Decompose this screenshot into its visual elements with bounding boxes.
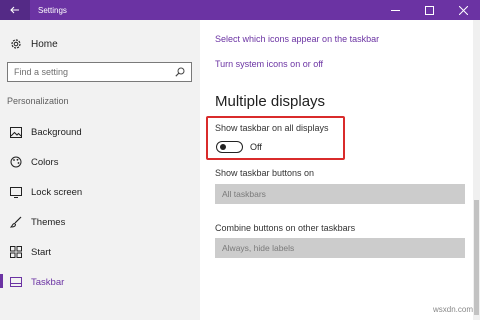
toggle-knob bbox=[220, 143, 226, 150]
sidebar-item-taskbar[interactable]: Taskbar bbox=[0, 270, 200, 294]
sidebar-item-background[interactable]: Background bbox=[0, 120, 200, 144]
show-taskbar-label: Show taskbar on all displays bbox=[215, 123, 329, 133]
title-bar: Settings bbox=[0, 0, 480, 20]
close-button[interactable] bbox=[446, 0, 480, 20]
search-placeholder: Find a setting bbox=[14, 67, 69, 77]
brush-icon bbox=[10, 216, 22, 228]
select-icons-link[interactable]: Select which icons appear on the taskbar bbox=[215, 34, 379, 44]
sidebar-item-colors[interactable]: Colors bbox=[0, 150, 200, 174]
back-button[interactable] bbox=[0, 0, 30, 20]
scrollbar-thumb[interactable] bbox=[474, 200, 479, 315]
gear-icon bbox=[11, 39, 21, 49]
monitor-icon bbox=[10, 186, 22, 198]
sidebar-item-lock-screen[interactable]: Lock screen bbox=[0, 180, 200, 204]
show-taskbar-toggle[interactable] bbox=[216, 141, 243, 153]
minimize-icon bbox=[390, 9, 400, 11]
search-input[interactable]: Find a setting bbox=[7, 62, 192, 82]
sidebar-item-label: Lock screen bbox=[31, 186, 83, 198]
section-heading: Multiple displays bbox=[215, 93, 326, 110]
start-icon bbox=[10, 246, 22, 258]
search-icon[interactable] bbox=[175, 67, 185, 77]
taskbar-buttons-dropdown[interactable]: All taskbars bbox=[215, 184, 465, 204]
sidebar-item-label: Background bbox=[31, 126, 82, 138]
sidebar-item-label: Colors bbox=[31, 156, 59, 168]
sidebar-item-themes[interactable]: Themes bbox=[0, 210, 200, 234]
sidebar: Home Find a setting Personalization Back… bbox=[0, 20, 200, 320]
sidebar-item-start[interactable]: Start bbox=[0, 240, 200, 264]
maximize-icon bbox=[424, 5, 434, 15]
window-title: Settings bbox=[38, 5, 67, 15]
combine-buttons-label: Combine buttons on other taskbars bbox=[215, 223, 356, 233]
home-label: Home bbox=[31, 38, 58, 50]
watermark: wsxdn.com bbox=[433, 305, 474, 314]
picture-icon bbox=[10, 126, 22, 138]
palette-icon bbox=[10, 156, 22, 168]
section-label-personalization: Personalization bbox=[7, 96, 69, 106]
taskbar-icon bbox=[10, 276, 22, 288]
taskbar-buttons-label: Show taskbar buttons on bbox=[215, 168, 315, 178]
close-icon bbox=[458, 5, 468, 15]
maximize-button[interactable] bbox=[412, 0, 446, 20]
home-nav-item[interactable]: Home bbox=[10, 35, 58, 53]
combine-buttons-dropdown[interactable]: Always, hide labels bbox=[215, 238, 465, 258]
back-arrow-icon bbox=[10, 6, 19, 14]
sidebar-item-label: Taskbar bbox=[31, 276, 65, 288]
toggle-state-label: Off bbox=[250, 142, 262, 152]
dropdown-value: Always, hide labels bbox=[222, 243, 295, 253]
sidebar-item-label: Themes bbox=[31, 216, 66, 228]
main-content: Select which icons appear on the taskbar… bbox=[200, 20, 480, 320]
sidebar-item-label: Start bbox=[31, 246, 52, 258]
scrollbar[interactable] bbox=[473, 20, 480, 320]
dropdown-value: All taskbars bbox=[222, 189, 266, 199]
system-icons-link[interactable]: Turn system icons on or off bbox=[215, 59, 323, 69]
minimize-button[interactable] bbox=[378, 0, 412, 20]
